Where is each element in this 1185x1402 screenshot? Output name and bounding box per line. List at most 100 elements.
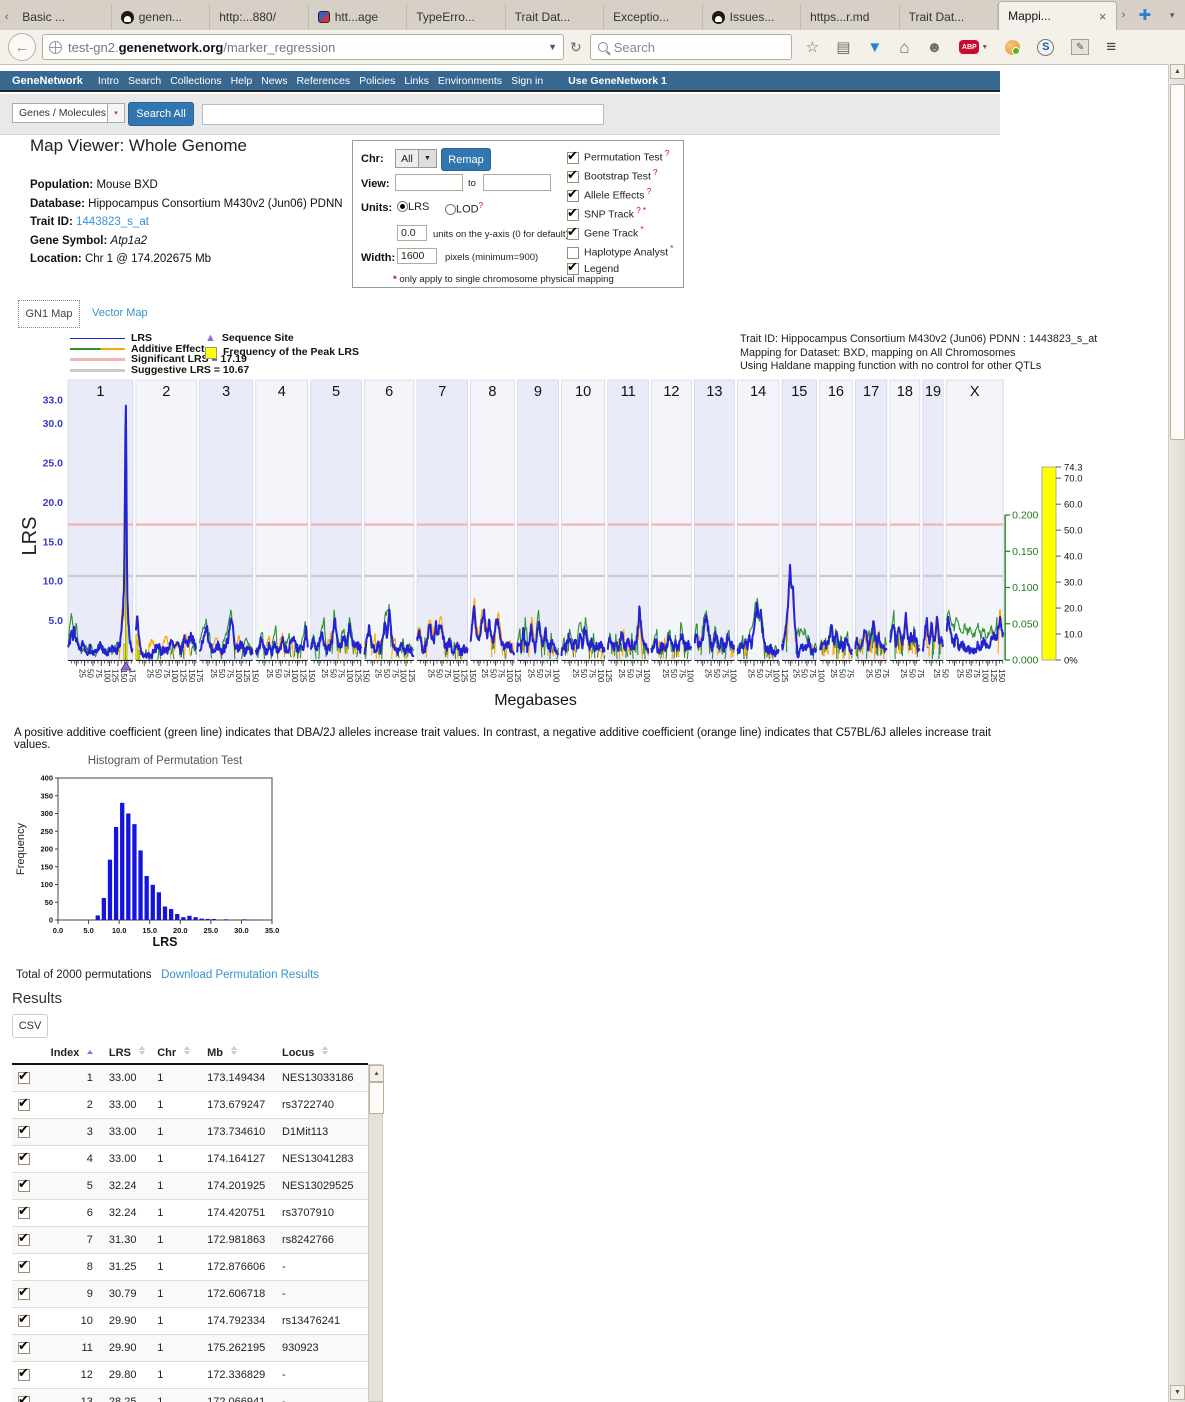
checkbox-checked-icon[interactable]: [567, 152, 579, 164]
browser-tab[interactable]: Trait Dat...: [900, 4, 998, 30]
checkbox-checked-icon[interactable]: [567, 228, 579, 240]
adblock-icon[interactable]: ABP▼: [959, 40, 988, 54]
scroll-up-icon[interactable]: ▲: [1170, 64, 1185, 79]
page-scrollbar[interactable]: ▲ ▼: [1168, 64, 1185, 1402]
nav-item-sign-in[interactable]: Sign in: [511, 75, 543, 87]
chr-select[interactable]: All ▼: [395, 149, 437, 168]
browser-tab[interactable]: http:...880/: [210, 4, 308, 30]
row-checkbox-icon[interactable]: [18, 1072, 30, 1084]
select-caret-icon[interactable]: ▾: [108, 103, 125, 123]
table-scrollbar[interactable]: ▲: [368, 1064, 383, 1402]
bookmark-star-icon[interactable]: ☆: [806, 40, 819, 55]
nav-item-references[interactable]: References: [296, 75, 350, 87]
browser-tab[interactable]: genen...: [112, 4, 210, 30]
browser-tab[interactable]: Mappi...×: [998, 1, 1116, 30]
browser-tab[interactable]: htt...age: [309, 4, 407, 30]
browser-search-box[interactable]: Search: [590, 34, 792, 60]
search-category-select[interactable]: Genes / Molecules ▾: [12, 103, 125, 123]
column-header-index[interactable]: Index: [49, 1042, 107, 1064]
y-units-input[interactable]: [397, 225, 427, 241]
checkbox-checked-icon[interactable]: [567, 263, 579, 275]
units-lrs-radio[interactable]: LRS: [397, 201, 429, 213]
row-checkbox-icon[interactable]: [18, 1288, 30, 1300]
tab-list-icon[interactable]: ▾: [1159, 2, 1185, 28]
chat-icon[interactable]: ☻: [927, 40, 943, 55]
nav-item-policies[interactable]: Policies: [359, 75, 395, 87]
browser-tab[interactable]: Exceptio...: [604, 4, 702, 30]
trait-id-link[interactable]: 1443823_s_at: [76, 216, 149, 228]
url-bar[interactable]: test-gn2.genenetwork.org/marker_regressi…: [42, 34, 564, 60]
nav-item-environments[interactable]: Environments: [438, 75, 502, 87]
csv-button[interactable]: CSV: [12, 1014, 48, 1038]
table-scroll-up-icon[interactable]: ▲: [369, 1065, 384, 1082]
downloads-icon[interactable]: ▼: [867, 40, 882, 55]
width-input[interactable]: [397, 248, 437, 264]
row-checkbox-icon[interactable]: [18, 1369, 30, 1381]
row-checkbox-icon[interactable]: [18, 1153, 30, 1165]
browser-tab[interactable]: TypeErro...: [407, 4, 505, 30]
search-all-button[interactable]: Search All: [128, 102, 194, 126]
scrollbar-thumb[interactable]: [1170, 84, 1185, 440]
view-from-input[interactable]: [395, 174, 463, 191]
column-header-lrs[interactable]: LRS: [107, 1042, 155, 1064]
row-checkbox-icon[interactable]: [18, 1315, 30, 1327]
genome-scan-chart[interactable]: 1255075100125150175225507510012515017532…: [20, 366, 1130, 714]
new-tab-icon[interactable]: ✚: [1131, 6, 1160, 24]
browser-tab[interactable]: Basic ...: [13, 4, 111, 30]
url-dropdown-icon[interactable]: ▼: [548, 42, 557, 52]
row-checkbox-icon[interactable]: [18, 1126, 30, 1138]
row-checkbox-icon[interactable]: [18, 1180, 30, 1192]
results-table-wrap: IndexLRSChrMbLocus133.001173.149434NES13…: [12, 1042, 368, 1402]
view-to-input[interactable]: [483, 174, 551, 191]
edit-extension-icon[interactable]: ✎: [1071, 39, 1089, 55]
menu-icon[interactable]: ≡: [1106, 37, 1116, 57]
nav-item-links[interactable]: Links: [404, 75, 429, 87]
use-genenetwork-1-link[interactable]: Use GeneNetwork 1: [568, 75, 667, 87]
tab-gn1-map[interactable]: GN1 Map: [18, 300, 80, 328]
option-gene-track[interactable]: Gene Track *: [567, 225, 644, 240]
extension-orange-icon[interactable]: [1005, 40, 1020, 55]
extension-s-icon[interactable]: S: [1037, 39, 1054, 56]
tab-scroll-right-icon[interactable]: ›: [1117, 2, 1131, 28]
home-icon[interactable]: ⌂: [899, 39, 909, 56]
option-permutation-test[interactable]: Permutation Test ?: [567, 149, 669, 164]
option-allele-effects[interactable]: Allele Effects ?: [567, 187, 651, 202]
option-legend[interactable]: Legend: [567, 263, 619, 275]
option-bootstrap-test[interactable]: Bootstrap Test ?: [567, 168, 658, 183]
reload-icon[interactable]: ↻: [570, 39, 582, 56]
row-checkbox-icon[interactable]: [18, 1261, 30, 1273]
nav-item-collections[interactable]: Collections: [170, 75, 221, 87]
column-header-locus[interactable]: Locus: [280, 1042, 368, 1064]
row-checkbox-icon[interactable]: [18, 1234, 30, 1246]
back-button[interactable]: ←: [8, 33, 36, 61]
option-snp-track[interactable]: SNP Track ? *: [567, 206, 646, 221]
row-checkbox-icon[interactable]: [18, 1207, 30, 1219]
column-header-chr[interactable]: Chr: [155, 1042, 205, 1064]
browser-tab[interactable]: https...r.md: [801, 4, 899, 30]
browser-tab[interactable]: Issues...: [703, 4, 801, 30]
gn-search-input[interactable]: [202, 104, 604, 125]
nav-item-intro[interactable]: Intro: [98, 75, 119, 87]
reading-list-icon[interactable]: ▤: [836, 40, 850, 55]
remap-button[interactable]: Remap: [441, 148, 491, 171]
nav-item-search[interactable]: Search: [128, 75, 161, 87]
download-permutation-link[interactable]: Download Permutation Results: [161, 969, 319, 981]
checkbox-checked-icon[interactable]: [567, 190, 579, 202]
browser-tab[interactable]: Trait Dat...: [506, 4, 604, 30]
nav-item-news[interactable]: News: [261, 75, 287, 87]
tab-scroll-left-icon[interactable]: ‹: [0, 4, 13, 30]
checkbox-checked-icon[interactable]: [567, 209, 579, 221]
row-checkbox-icon[interactable]: [18, 1099, 30, 1111]
units-lod-radio[interactable]: LOD?: [445, 201, 483, 216]
row-checkbox-icon[interactable]: [18, 1342, 30, 1354]
row-checkbox-icon[interactable]: [18, 1396, 30, 1402]
tab-close-icon[interactable]: ×: [1095, 9, 1107, 24]
scroll-down-icon[interactable]: ▼: [1170, 1385, 1185, 1400]
checkbox-checked-icon[interactable]: [567, 171, 579, 183]
column-header-mb[interactable]: Mb: [205, 1042, 280, 1064]
table-scrollbar-thumb[interactable]: [369, 1082, 384, 1114]
checkbox-icon[interactable]: [567, 247, 579, 259]
tab-vector-map[interactable]: Vector Map: [92, 307, 148, 319]
nav-item-help[interactable]: Help: [231, 75, 253, 87]
option-haplotype-analyst[interactable]: Haplotype Analyst *: [567, 244, 673, 259]
